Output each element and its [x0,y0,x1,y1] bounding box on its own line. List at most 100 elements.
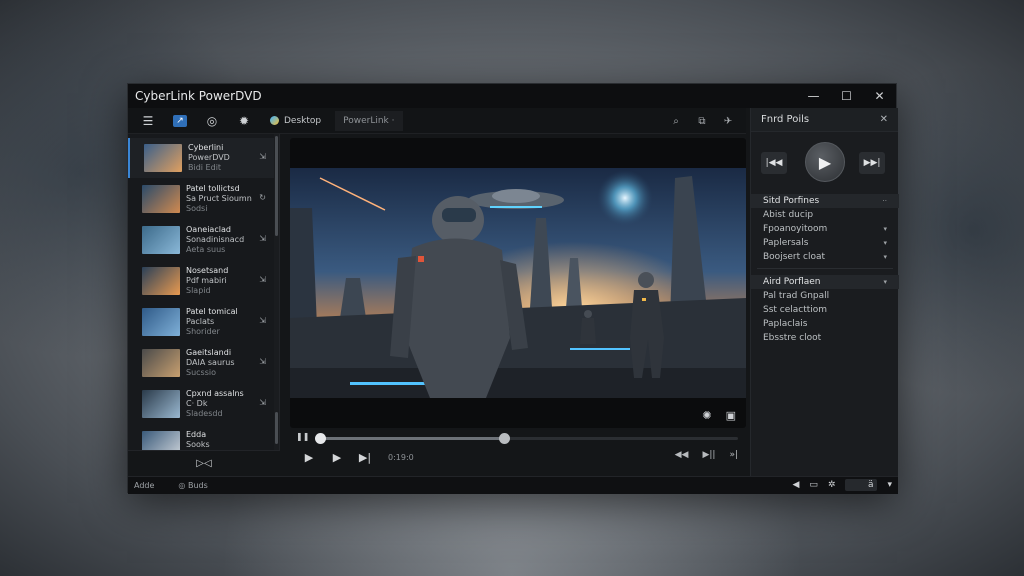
sidebar-item-text: Cpxnd assalns C· Dk Sladesdd [186,389,256,419]
panel-option[interactable]: Paplaclais [751,317,899,331]
panel-section-header[interactable]: Aird Porflaen ▾ [751,275,899,289]
sidebar-item-text: Patel tomical Paclats Shorider [186,307,256,337]
rewind-button[interactable]: ◀◀ [675,450,689,460]
tab-powerlink-label: PowerLink · [343,115,395,126]
sidebar-item-text: Oaneiaclad Sonadinisnacd Aeta suus [186,225,256,255]
sidebar-item-action-icon[interactable]: ⇲ [259,275,266,284]
panel-section-title: Sitd Porfines [763,196,820,206]
sidebar-item-meta: Aeta suus [186,245,226,254]
volume-icon[interactable]: ◀ [792,480,799,490]
panel-option-label: Ebsstre cloot [763,333,822,343]
seek-buffer [320,437,504,440]
seek-handle[interactable] [315,433,326,444]
time-display: 0:19:0 [388,452,414,462]
status-bar: Adde ◎ Buds ◀ ▭ ✲ ä ▾ [128,476,898,494]
panel-option[interactable]: Abist ducip [751,208,899,222]
sidebar-item-title: Cyberlini [188,143,224,152]
seek-buffer-handle[interactable] [498,433,510,444]
play-button[interactable]: ▶ [300,451,318,464]
panel-option[interactable]: Pal trad Gnpall [751,289,899,303]
sidebar-item-action-icon[interactable]: ⇲ [259,152,266,161]
sidebar-item[interactable]: Patel tollictsd Sa Pruct Sioumn Sodsi ↻ [128,179,274,219]
panel-play-button[interactable]: ▶ [805,142,845,182]
step-forward-button[interactable]: ▶|| [702,450,715,460]
media-icon[interactable]: ↗ [168,110,192,132]
panel-option-label: Fpoanoyitoom [763,224,828,234]
sidebar-item-action-icon[interactable]: ↻ [259,193,266,202]
toolbar: ☰ ↗ ◎ ✹ Desktop PowerLink · ⌕ ⧉ ✈ [128,108,746,134]
maximize-button[interactable]: ☐ [830,84,863,108]
previous-button[interactable]: |◀◀ [761,152,787,174]
share-icon[interactable]: ✈ [716,110,740,132]
right-panel: Fnrd Poils ✕ |◀◀ ▶ ▶▶| Sitd Porfines ·· Ab… [750,108,899,476]
subtitle-icon[interactable]: ▭ [809,480,818,490]
panel-section-header[interactable]: Sitd Porfines ·· [751,194,899,208]
close-button[interactable]: ✕ [863,84,896,108]
video-player[interactable]: ✺ ▣ [290,138,746,428]
playback-controls-right: ◀◀ ▶|| »| [661,450,738,460]
sidebar-item-title: Gaeitslandi [186,348,232,357]
thumbnail-image [142,185,180,213]
divider [757,268,893,269]
panel-option[interactable]: Boojsert cloat ▾ [751,250,899,264]
sidebar-item[interactable]: Patel tomical Paclats Shorider ⇲ [128,302,274,342]
panel-option[interactable]: Paplersals ▾ [751,236,899,250]
settings-icon[interactable]: ✹ [232,110,256,132]
menu-icon[interactable]: ☰ [136,110,160,132]
status-buds-label[interactable]: ◎ Buds [178,481,207,490]
sidebar-item-subtitle: Paclats [186,317,215,326]
fullscreen-icon[interactable]: ▣ [726,409,736,422]
sidebar-item-meta: Sladesdd [186,409,223,418]
effects-icon[interactable]: ✲ [828,480,836,490]
tab-powerlink[interactable]: PowerLink · [335,110,403,131]
sidebar-item-meta: Slapid [186,286,211,295]
sidebar-item-subtitle: PowerDVD [188,153,230,162]
chevron-down-icon: ▾ [883,239,887,247]
status-right: ◀ ▭ ✲ ä ▾ [782,479,892,491]
disc-icon[interactable]: ◎ [200,110,224,132]
panel-option[interactable]: Sst celacttiom [751,303,899,317]
thumbnail-image [142,390,180,418]
video-overlay-controls: ✺ ▣ [688,409,736,422]
sidebar-item[interactable]: Gaeitslandi DAIA saurus Sucssio ⇲ [128,343,274,383]
volume-control[interactable]: ä [845,479,878,491]
seek-bar[interactable]: ❚❚ [290,432,746,444]
panel-option[interactable]: Ebsstre cloot [751,331,899,345]
next-button[interactable]: ▶▶| [859,152,885,174]
chevron-down-icon[interactable]: ▾ [887,480,892,490]
minimize-button[interactable]: — [797,84,830,108]
desktop-icon [270,116,279,125]
skip-end-button[interactable]: »| [729,450,738,460]
sidebar-item-text: Patel tollictsd Sa Pruct Sioumn Sodsi [186,184,256,214]
panel-option[interactable]: Fpoanoyitoom ▾ [751,222,899,236]
mini-pause-icon[interactable]: ❚❚ [296,432,309,441]
sidebar-item-action-icon[interactable]: ⇲ [259,357,266,366]
scrollbar-thumb-lower[interactable] [275,412,278,444]
media-sidebar: Cyberlini PowerDVD Bidi Edit ⇲ Patel tollict… [128,134,280,476]
sidebar-item-meta: Shorider [186,327,220,336]
sidebar-item[interactable]: Cpxnd assalns C· Dk Sladesdd ⇲ [128,384,274,424]
close-icon[interactable]: ✕ [880,114,888,125]
play-alt-button[interactable]: ▶ [328,451,346,464]
sidebar-item-action-icon[interactable]: ⇲ [259,316,266,325]
cast-icon[interactable]: ⧉ [690,110,714,132]
sidebar-item[interactable]: Nosetsand Pdf mabiri Slapid ⇲ [128,261,274,301]
sidebar-item[interactable]: Oaneiaclad Sonadinisnacd Aeta suus ⇲ [128,220,274,260]
sidebar-item-subtitle: Sooks [186,440,210,449]
sidebar-item-action-icon[interactable]: ⇲ [259,398,266,407]
thumbnail-image [142,267,180,295]
status-add-label[interactable]: Adde [134,481,154,490]
sidebar-bottom-button[interactable]: ▷◁ [128,450,280,476]
tab-desktop[interactable]: Desktop [262,111,329,131]
chevron-icon: ·· [882,197,887,205]
brightness-icon[interactable]: ✺ [702,409,711,422]
search-icon[interactable]: ⌕ [664,110,688,132]
sidebar-item-meta: Sodsi [186,204,208,213]
playback-controls: ▶ ▶ ▶| 0:19:0 ◀◀ ▶|| »| [290,448,746,466]
next-chapter-button[interactable]: ▶| [356,451,374,464]
panel-option-label: Pal trad Gnpall [763,291,830,301]
sidebar-scrollbar[interactable] [274,134,279,476]
sidebar-item[interactable]: Cyberlini PowerDVD Bidi Edit ⇲ [128,138,274,178]
sidebar-item-action-icon[interactable]: ⇲ [259,234,266,243]
scrollbar-thumb[interactable] [275,136,278,236]
